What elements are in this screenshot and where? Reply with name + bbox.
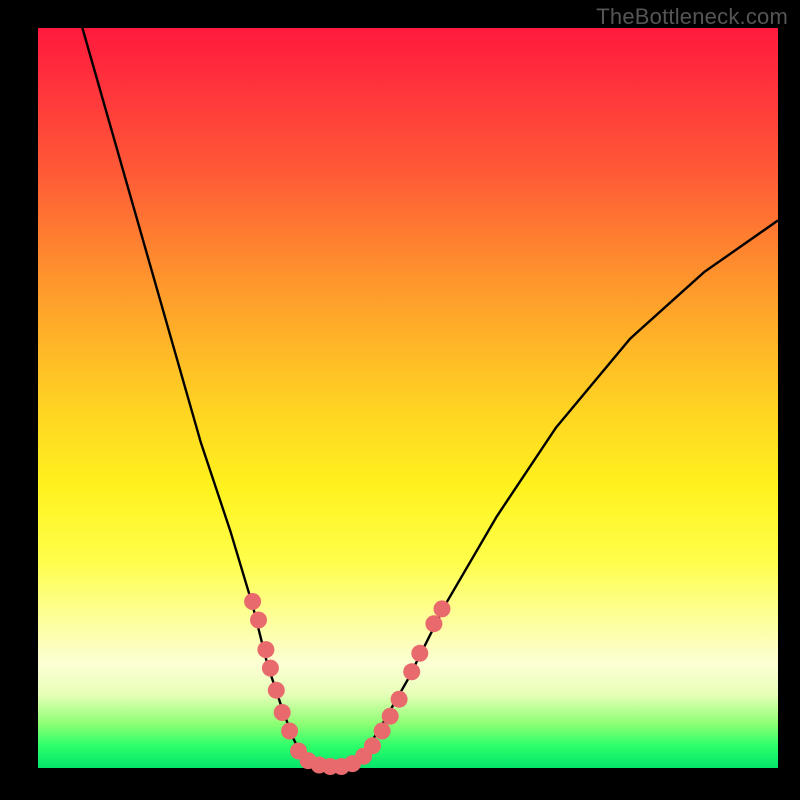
- curve-marker: [274, 704, 291, 721]
- curve-marker: [391, 691, 408, 708]
- curve-marker: [250, 612, 267, 629]
- curve-marker: [382, 708, 399, 725]
- curve-marker: [425, 615, 442, 632]
- curve-marker: [268, 682, 285, 699]
- curve-marker: [262, 660, 279, 677]
- curve-marker: [364, 737, 381, 754]
- curve-marker: [374, 723, 391, 740]
- curve-marker: [411, 645, 428, 662]
- chart-plot-area: [38, 28, 778, 768]
- curve-marker: [257, 641, 274, 658]
- curve-marker: [403, 663, 420, 680]
- bottleneck-curve: [82, 28, 778, 768]
- curve-marker: [281, 723, 298, 740]
- curve-markers: [244, 593, 450, 775]
- curve-marker: [244, 593, 261, 610]
- chart-frame: TheBottleneck.com: [0, 0, 800, 800]
- chart-svg: [38, 28, 778, 768]
- curve-marker: [434, 600, 451, 617]
- watermark-text: TheBottleneck.com: [596, 4, 788, 30]
